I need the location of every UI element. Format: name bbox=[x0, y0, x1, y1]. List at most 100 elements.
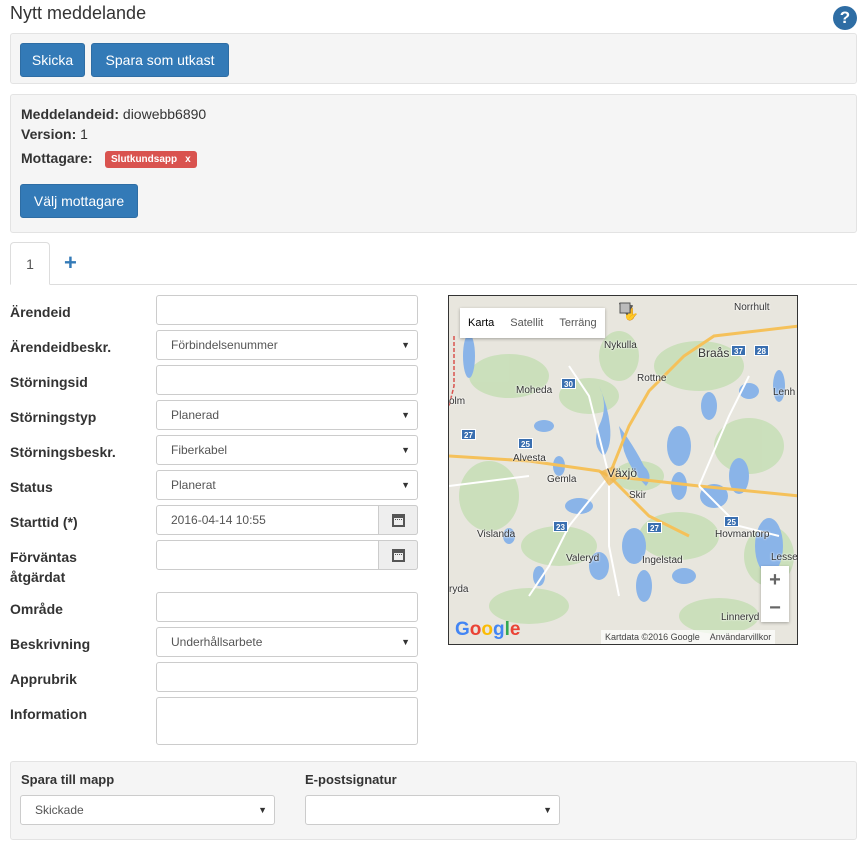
drawing-toolbar: ✋ bbox=[619, 302, 715, 326]
forvantas-label-line2: åtgärdat bbox=[10, 569, 66, 585]
storningsid-input[interactable] bbox=[156, 365, 418, 395]
folder-label: Spara till mapp bbox=[21, 772, 115, 787]
starttid-input[interactable]: 2016-04-14 10:55 bbox=[156, 505, 418, 535]
zoom-in-button[interactable]: + bbox=[761, 566, 789, 594]
chevron-down-icon: ▼ bbox=[543, 805, 552, 815]
save-draft-button[interactable]: Spara som utkast bbox=[91, 43, 229, 77]
arendeid-input[interactable] bbox=[156, 295, 418, 325]
beskrivning-label: Beskrivning bbox=[10, 636, 91, 652]
help-icon[interactable]: ? bbox=[833, 6, 857, 30]
map-type-satellit[interactable]: Satellit bbox=[502, 308, 551, 338]
storningsid-label: Störningsid bbox=[10, 374, 88, 390]
folder-select[interactable]: Skickade ▼ bbox=[20, 795, 275, 825]
map-place: Hovmantorp bbox=[715, 529, 770, 540]
storningstyp-label: Störningstyp bbox=[10, 409, 97, 425]
google-logo: Google bbox=[455, 619, 521, 640]
map-place: Växjö bbox=[607, 466, 638, 480]
status-value: Planerat bbox=[171, 478, 216, 492]
page-title: Nytt meddelande bbox=[10, 3, 147, 23]
map-place: Linneryd bbox=[721, 612, 760, 623]
road-shield: 37 bbox=[731, 345, 746, 356]
map-place: Valeryd bbox=[566, 553, 600, 564]
map-place: Vislanda bbox=[477, 529, 516, 540]
map-place: Ingelstad bbox=[642, 555, 683, 566]
version-label: Version: bbox=[21, 126, 77, 142]
road-shield: 23 bbox=[553, 521, 568, 532]
forvantas-input[interactable] bbox=[156, 540, 418, 570]
forvantas-label: Förväntas åtgärdat bbox=[10, 547, 77, 587]
map-place: Nykulla bbox=[604, 340, 637, 351]
chevron-down-icon: ▼ bbox=[258, 805, 267, 815]
road-shield: 25 bbox=[724, 516, 739, 527]
map-place: Moheda bbox=[516, 385, 553, 396]
arendeid-label: Ärendeid bbox=[10, 304, 71, 320]
zoom-out-button[interactable]: − bbox=[761, 594, 789, 622]
road-shield: 30 bbox=[561, 378, 576, 389]
road-shield: 25 bbox=[518, 438, 533, 449]
map-place: olm bbox=[449, 396, 466, 407]
map-place: Norrhult bbox=[734, 302, 770, 313]
version-value: 1 bbox=[80, 126, 88, 142]
recipient-tag: Slutkundsapp x bbox=[105, 151, 197, 168]
starttid-calendar-button[interactable] bbox=[378, 505, 418, 535]
arendeidbeskr-select[interactable]: Förbindelsenummer ▼ bbox=[156, 330, 418, 360]
beskrivning-select[interactable]: Underhållsarbete ▼ bbox=[156, 627, 418, 657]
recipients-label: Mottagare: bbox=[21, 150, 93, 166]
calendar-icon bbox=[392, 514, 405, 527]
status-select[interactable]: Planerat ▼ bbox=[156, 470, 418, 500]
map-place: Rottne bbox=[637, 373, 667, 384]
road-shield: 27 bbox=[461, 429, 476, 440]
choose-recipients-button[interactable]: Välj mottagare bbox=[20, 184, 138, 218]
beskrivning-value: Underhållsarbete bbox=[171, 635, 263, 649]
calendar-icon bbox=[392, 549, 405, 562]
map-type-karta[interactable]: Karta bbox=[460, 308, 502, 338]
remove-recipient-icon[interactable]: x bbox=[185, 154, 191, 165]
recipient-tag-label: Slutkundsapp bbox=[111, 154, 178, 165]
map-type-terrang[interactable]: Terräng bbox=[551, 308, 604, 338]
tab-1[interactable]: 1 bbox=[10, 242, 50, 285]
chevron-down-icon: ▼ bbox=[401, 340, 410, 350]
omrade-input[interactable] bbox=[156, 592, 418, 622]
signature-label: E-postsignatur bbox=[305, 772, 397, 787]
storningstyp-value: Planerad bbox=[171, 408, 220, 422]
circle-icon[interactable] bbox=[619, 302, 691, 326]
apprubrik-label: Apprubrik bbox=[10, 671, 77, 687]
map-place: ryda bbox=[449, 584, 469, 595]
starttid-value: 2016-04-14 10:55 bbox=[171, 513, 266, 527]
storningsbeskr-value: Fiberkabel bbox=[171, 443, 228, 457]
message-id-value: diowebb6890 bbox=[122, 106, 207, 122]
road-shield: 27 bbox=[647, 522, 662, 533]
map-terms-link[interactable]: Användarvillkor bbox=[710, 632, 772, 642]
information-label: Information bbox=[10, 706, 87, 722]
map-place: Skir bbox=[629, 490, 647, 501]
forvantas-calendar-button[interactable] bbox=[378, 540, 418, 570]
apprubrik-input[interactable] bbox=[156, 662, 418, 692]
forvantas-label-line1: Förväntas bbox=[10, 549, 77, 565]
map-place: Lenh bbox=[773, 387, 796, 398]
send-button[interactable]: Skicka bbox=[20, 43, 85, 77]
chevron-down-icon: ▼ bbox=[401, 480, 410, 490]
signature-select[interactable]: ▼ bbox=[305, 795, 560, 825]
storningstyp-select[interactable]: Planerad ▼ bbox=[156, 400, 418, 430]
chevron-down-icon: ▼ bbox=[401, 410, 410, 420]
version-line: Version: 1 bbox=[21, 126, 88, 142]
map-type-control: Karta Satellit Terräng bbox=[460, 308, 605, 338]
starttid-label: Starttid (*) bbox=[10, 514, 78, 530]
zoom-control: + − bbox=[761, 566, 789, 622]
add-tab-icon[interactable]: + bbox=[64, 250, 77, 276]
action-bar: Skicka Spara som utkast bbox=[10, 33, 857, 84]
map-place: Lesse bbox=[771, 552, 798, 563]
chevron-down-icon: ▼ bbox=[401, 637, 410, 647]
road-shield: 28 bbox=[754, 345, 769, 356]
information-textarea[interactable] bbox=[156, 697, 418, 745]
message-info-panel: Meddelandeid: diowebb6890 Version: 1 Mot… bbox=[10, 94, 857, 233]
polygon-icon[interactable] bbox=[619, 302, 667, 326]
storningsbeskr-select[interactable]: Fiberkabel ▼ bbox=[156, 435, 418, 465]
folder-value: Skickade bbox=[35, 803, 84, 817]
storningsbeskr-label: Störningsbeskr. bbox=[10, 444, 116, 460]
map[interactable]: Norrhult Nykulla Braås Moheda Rottne Len… bbox=[448, 295, 798, 645]
map-place: Gemla bbox=[547, 474, 577, 485]
arendeidbeskr-value: Förbindelsenummer bbox=[171, 338, 278, 352]
rectangle-icon[interactable] bbox=[619, 302, 715, 326]
omrade-label: Område bbox=[10, 601, 63, 617]
